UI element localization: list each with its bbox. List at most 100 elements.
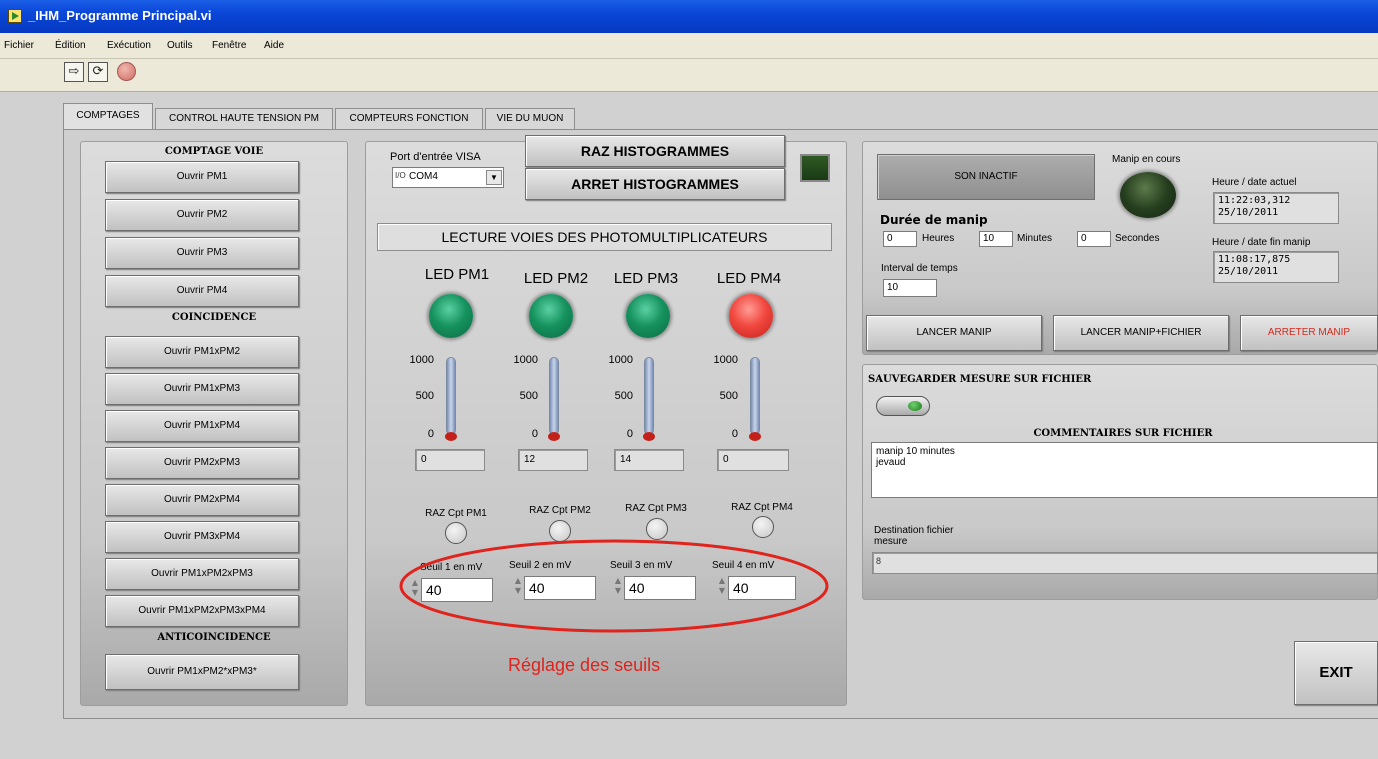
son-inactif-button[interactable]: SON INACTIF [877,154,1095,200]
raz-cpt-pm3-button[interactable] [646,518,668,540]
menu-edition[interactable]: Édition [55,40,86,51]
pm1-thermometer-fill [445,432,457,441]
secondes-input[interactable]: 0 [1077,231,1111,247]
bottom-strip [0,734,1378,759]
run-arrow-icon[interactable]: ⇨ [64,62,84,82]
heure-actuel-time: 11:22:03,312 [1218,195,1291,206]
led-pm3 [626,294,670,338]
tab-compteurs-fonction[interactable]: COMPTEURS FONCTION [335,108,483,130]
menu-fichier[interactable]: Fichier [4,40,34,51]
ouvrir-pm3xpm4-button[interactable]: Ouvrir PM3xPM4 [105,521,299,553]
led-pm2-label: LED PM2 [523,270,589,287]
heure-actuel-label: Heure / date actuel [1212,177,1297,188]
pm4-scale-max: 1000 [713,354,738,366]
lancer-manip-button[interactable]: LANCER MANIP [866,315,1042,351]
heures-input[interactable]: 0 [883,231,917,247]
toolbar: ⇨ ⟳ [0,59,1378,92]
comments-title: COMMENTAIRES SUR FICHIER [1033,428,1213,439]
duree-title: Durée de manip [880,213,988,227]
minutes-input[interactable]: 10 [979,231,1013,247]
pm2-scale-mid: 500 [519,390,538,402]
ouvrir-pm1xpm2-xpm3-button[interactable]: Ouvrir PM1xPM2*xPM3* [105,654,299,690]
raz-cpt-pm3-label: RAZ Cpt PM3 [625,503,687,514]
comment-line-2: jevaud [876,457,906,468]
pm2-scale-max: 1000 [513,354,538,366]
raz-histogrammes-button[interactable]: RAZ HISTOGRAMMES [525,135,785,167]
visa-resource-control[interactable]: I/O COM4 ▼ [392,167,504,188]
led-pm1-label: LED PM1 [424,266,490,283]
menu-execution[interactable]: Exécution [107,40,151,51]
menu-fenetre[interactable]: Fenêtre [212,40,246,51]
annotation-label: Réglage des seuils [508,655,661,675]
led-pm2 [529,294,573,338]
manip-en-cours-label: Manip en cours [1112,154,1181,165]
save-toggle-switch[interactable] [876,396,930,416]
pm4-scale-min: 0 [731,428,738,440]
exit-button[interactable]: EXIT [1294,641,1378,705]
ouvrir-pm2xpm4-button[interactable]: Ouvrir PM2xPM4 [105,484,299,516]
led-pm1 [429,294,473,338]
tab-comptages[interactable]: COMPTAGES [63,103,153,130]
pm1-scale-min: 0 [427,428,434,440]
pm4-thermometer [750,357,760,435]
heures-label: Heures [922,233,955,244]
path-icon: 8 [876,556,882,566]
menu-outils[interactable]: Outils [167,40,193,51]
ouvrir-pm1xpm2xpm3xpm4-button[interactable]: Ouvrir PM1xPM2xPM3xPM4 [105,595,299,627]
led-pm4 [729,294,773,338]
interval-input[interactable]: 10 [883,279,937,297]
ouvrir-pm2-button[interactable]: Ouvrir PM2 [105,199,299,231]
ouvrir-pm4-button[interactable]: Ouvrir PM4 [105,275,299,307]
ouvrir-pm1xpm4-button[interactable]: Ouvrir PM1xPM4 [105,410,299,442]
arret-histogrammes-button[interactable]: ARRET HISTOGRAMMES [525,168,785,200]
pm3-count: 14 [614,449,684,471]
pm2-thermometer [549,357,559,435]
comment-line-1: manip 10 minutes [876,446,955,457]
raz-cpt-pm1-label: RAZ Cpt PM1 [425,508,487,519]
dest-label: Destination fichier mesure [874,525,953,547]
save-title: SAUVEGARDER MESURE SUR FICHIER [868,374,1092,385]
menu-aide[interactable]: Aide [264,40,284,51]
ouvrir-pm3-button[interactable]: Ouvrir PM3 [105,237,299,269]
visa-value: COM4 [409,171,438,182]
heure-actuel-date: 25/10/2011 [1218,207,1279,218]
arreter-manip-button[interactable]: ARRETER MANIP [1240,315,1378,351]
heure-fin-time: 11:08:17,875 [1218,254,1291,265]
pm2-thermometer-fill [548,432,560,441]
pm3-scale-max: 1000 [608,354,633,366]
toggle-led-icon [908,401,922,411]
heure-fin-date: 25/10/2011 [1218,266,1279,277]
pm4-count: 0 [717,449,789,471]
secondes-label: Secondes [1115,233,1160,244]
ouvrir-pm1-button[interactable]: Ouvrir PM1 [105,161,299,193]
lancer-manip-fichier-button[interactable]: LANCER MANIP+FICHIER [1053,315,1229,351]
tab-vie-du-muon[interactable]: VIE DU MUON [485,108,575,130]
pm3-scale-mid: 500 [614,390,633,402]
abort-icon[interactable] [117,62,136,81]
ouvrir-pm1xpm2xpm3-button[interactable]: Ouvrir PM1xPM2xPM3 [105,558,299,590]
ouvrir-pm1xpm2-button[interactable]: Ouvrir PM1xPM2 [105,336,299,368]
pm1-count: 0 [415,449,485,471]
coincidence-title: COINCIDENCE [171,312,257,323]
dest-label-line-2: mesure [874,536,908,547]
chevron-down-icon[interactable]: ▼ [486,170,502,185]
ouvrir-pm1xpm3-button[interactable]: Ouvrir PM1xPM3 [105,373,299,405]
annotation-ellipse [399,539,829,633]
dest-label-line-1: Destination fichier [874,525,954,536]
comments-textarea[interactable]: manip 10 minutes jevaud [871,442,1378,498]
raz-cpt-pm4-button[interactable] [752,516,774,538]
manip-en-cours-led [1120,172,1176,218]
tab-control-haute-tension[interactable]: CONTROL HAUTE TENSION PM [155,108,333,130]
pm2-count: 12 [518,449,588,471]
interval-label: Interval de temps [881,263,958,274]
run-continuously-icon[interactable]: ⟳ [88,62,108,82]
pm1-scale-max: 1000 [409,354,434,366]
menu-bar: Fichier Édition Exécution Outils Fenêtre… [0,33,1378,59]
ouvrir-pm2xpm3-button[interactable]: Ouvrir PM2xPM3 [105,447,299,479]
minutes-label: Minutes [1017,233,1053,244]
dest-path-input[interactable]: 8 [872,552,1378,574]
visa-io-icon: I/O [395,171,406,180]
pm4-scale-mid: 500 [719,390,738,402]
lecture-title: LECTURE VOIES DES PHOTOMULTIPLICATEURS [377,223,832,251]
title-bar: _IHM_Programme Principal.vi [0,0,1378,33]
